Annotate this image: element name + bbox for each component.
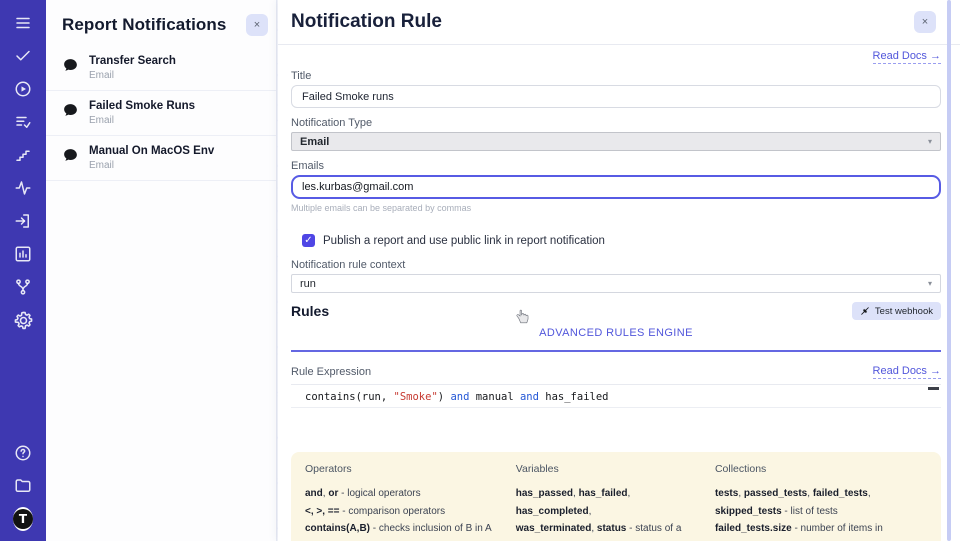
cheatsheet-line: was_terminated, status - status of a run xyxy=(516,520,697,541)
panel-close-button[interactable]: × xyxy=(246,14,268,36)
activity-icon[interactable] xyxy=(13,178,33,198)
cheatsheet-line: failed_tests.size - number of items in c… xyxy=(715,520,927,541)
cheatsheet-line: <, >, == - comparison operators xyxy=(305,503,498,521)
panel-title: Report Notifications xyxy=(62,15,226,35)
steps-icon[interactable] xyxy=(13,145,33,165)
emails-input[interactable] xyxy=(291,175,941,199)
notification-type-value: Email xyxy=(300,136,329,148)
rule-context-value: run xyxy=(300,278,316,290)
emails-label: Emails xyxy=(291,160,941,172)
notification-subtitle: Email xyxy=(89,159,214,173)
test-webhook-label: Test webhook xyxy=(875,306,933,317)
tab-advanced-rules-engine[interactable]: ADVANCED RULES ENGINE xyxy=(539,327,693,339)
notification-title: Transfer Search xyxy=(89,54,176,69)
help-icon[interactable] xyxy=(13,443,33,463)
list-check-icon[interactable] xyxy=(13,112,33,132)
notification-list-item[interactable]: Transfer Search Email xyxy=(46,46,276,91)
rules-tab-bar: ADVANCED RULES ENGINE xyxy=(291,323,941,352)
title-input[interactable] xyxy=(291,85,941,108)
rule-expression-label: Rule Expression xyxy=(291,366,371,378)
cheatsheet-line: time.hour, time.minute, time.day - datet… xyxy=(305,538,498,541)
notification-rule-panel: Notification Rule × Read Docs → Title No… xyxy=(278,0,960,541)
rule-close-button[interactable]: × xyxy=(914,11,936,33)
rule-expression-editor[interactable]: contains(run, "Smoke") and manual and ha… xyxy=(291,384,941,452)
logo-icon[interactable]: T xyxy=(13,509,33,529)
chart-icon[interactable] xyxy=(13,244,33,264)
expression-read-docs-link[interactable]: Read Docs → xyxy=(873,365,941,379)
settings-icon[interactable] xyxy=(13,310,33,330)
cheatsheet-line: contains(A,B) - checks inclusion of B in… xyxy=(305,520,498,538)
chevron-down-icon: ▾ xyxy=(928,279,932,288)
cheatsheet-column-variables: Variables has_passed, has_failed, has_co… xyxy=(516,463,697,541)
rule-context-select[interactable]: run ▾ xyxy=(291,274,941,293)
import-icon[interactable] xyxy=(13,211,33,231)
cheatsheet-column-collections: Collections tests, passed_tests, failed_… xyxy=(715,463,927,541)
vertical-scrollbar[interactable] xyxy=(947,0,951,541)
emails-help-text: Multiple emails can be separated by comm… xyxy=(291,203,941,213)
notification-list-item[interactable]: Failed Smoke Runs Email xyxy=(46,91,276,136)
notification-type-label: Notification Type xyxy=(291,117,941,129)
publish-report-checkbox-row[interactable]: ✓ Publish a report and use public link i… xyxy=(302,234,941,247)
publish-report-label: Publish a report and use public link in … xyxy=(323,235,605,247)
notification-list-item[interactable]: Manual On MacOS Env Email xyxy=(46,136,276,181)
app-sidebar: T xyxy=(0,0,46,541)
editor-scroll-thumb[interactable] xyxy=(928,387,939,390)
notification-subtitle: Email xyxy=(89,114,195,128)
branch-icon[interactable] xyxy=(13,277,33,297)
chat-bubble-icon xyxy=(62,102,79,119)
notification-title: Manual On MacOS Env xyxy=(89,144,214,159)
checkbox-checked-icon[interactable]: ✓ xyxy=(302,234,315,247)
column-header: Collections xyxy=(715,463,927,475)
menu-icon[interactable] xyxy=(13,13,33,33)
notification-type-select[interactable]: Email ▾ xyxy=(291,132,941,151)
notification-title: Failed Smoke Runs xyxy=(89,99,195,114)
rule-expression-code[interactable]: contains(run, "Smoke") and manual and ha… xyxy=(291,385,941,408)
read-docs-link[interactable]: Read Docs → xyxy=(873,50,941,64)
play-circle-icon[interactable] xyxy=(13,79,33,99)
chat-bubble-icon xyxy=(62,57,79,74)
title-label: Title xyxy=(291,70,941,82)
cheatsheet-line: tests, passed_tests, failed_tests, skipp… xyxy=(715,485,927,520)
chevron-down-icon: ▾ xyxy=(928,137,932,146)
projects-folder-icon[interactable] xyxy=(13,476,33,496)
column-header: Variables xyxy=(516,463,697,475)
rule-context-label: Notification rule context xyxy=(291,259,941,271)
cheatsheet-line: and, or - logical operators xyxy=(305,485,498,503)
cheatsheet-column-operators: Operators and, or - logical operators <,… xyxy=(305,463,498,541)
notification-subtitle: Email xyxy=(89,69,176,83)
chat-bubble-icon xyxy=(62,147,79,164)
report-notifications-panel: Report Notifications × Transfer Search E… xyxy=(46,0,277,541)
rules-cheatsheet: Operators and, or - logical operators <,… xyxy=(291,452,941,541)
test-webhook-button[interactable]: Test webhook xyxy=(852,302,941,320)
swap-arrows-icon xyxy=(860,306,870,316)
check-icon[interactable] xyxy=(13,46,33,66)
rules-heading: Rules xyxy=(291,303,329,319)
cheatsheet-line: has_passed, has_failed, has_completed, xyxy=(516,485,697,520)
column-header: Operators xyxy=(305,463,498,475)
page-title: Notification Rule xyxy=(291,11,442,33)
